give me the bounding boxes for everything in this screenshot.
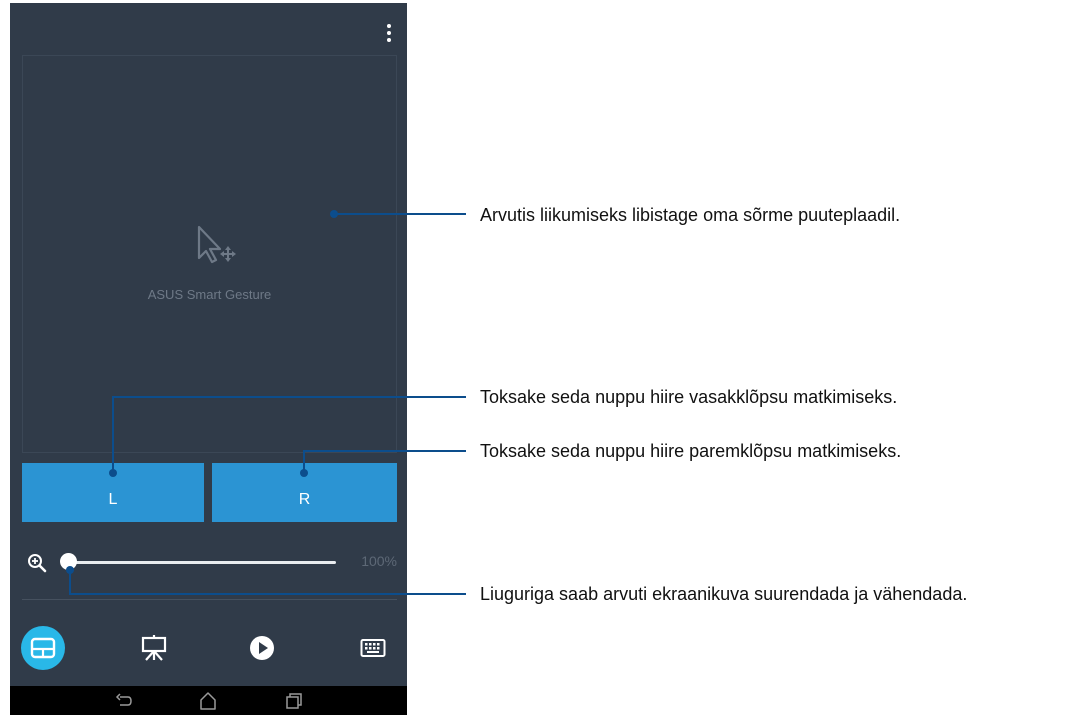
overflow-menu-icon[interactable] <box>384 21 394 45</box>
cursor-move-icon <box>197 225 236 264</box>
back-icon[interactable] <box>114 691 134 711</box>
callout-left-button-text: Toksake seda nuppu hiire vasakklõpsu mat… <box>480 387 898 407</box>
callout-line-touchpad <box>334 213 466 215</box>
callout-dot-zoom-slider <box>66 566 74 574</box>
touchpad-area[interactable]: ASUS Smart Gesture <box>22 55 397 453</box>
touchpad-icon <box>30 637 56 659</box>
presentation-icon <box>141 635 167 661</box>
callout-line-left-horizontal <box>112 396 466 398</box>
home-icon[interactable] <box>198 691 218 711</box>
callout-zoom-slider-text: Liuguriga saab arvuti ekraanikuva suuren… <box>480 584 968 604</box>
play-icon <box>250 636 274 660</box>
divider <box>22 599 397 600</box>
callout-touchpad-text: Arvutis liikumiseks libistage oma sõrme … <box>480 205 901 225</box>
keyboard-icon <box>360 639 386 657</box>
zoom-in-icon <box>28 554 47 573</box>
brand-label: ASUS Smart Gesture <box>147 287 272 302</box>
zoom-slider-track[interactable] <box>68 561 336 564</box>
tab-media[interactable] <box>240 626 284 670</box>
callout-line-zoom-horizontal <box>69 593 466 595</box>
recent-apps-icon[interactable] <box>284 691 304 711</box>
phone-screen: ASUS Smart Gesture L R 100% <box>10 3 407 715</box>
callout-dot-left-button <box>109 469 117 477</box>
tab-keyboard[interactable] <box>351 626 395 670</box>
tab-presentation[interactable] <box>132 626 176 670</box>
callout-dot-right-button <box>300 469 308 477</box>
tab-touchpad[interactable] <box>21 626 65 670</box>
callout-line-left-vertical <box>112 396 114 473</box>
zoom-value: 100% <box>361 553 397 569</box>
callout-right-button-text: Toksake seda nuppu hiire paremklõpsu mat… <box>480 441 902 461</box>
callout-line-right-horizontal <box>303 450 466 452</box>
system-nav-bar <box>10 686 407 715</box>
